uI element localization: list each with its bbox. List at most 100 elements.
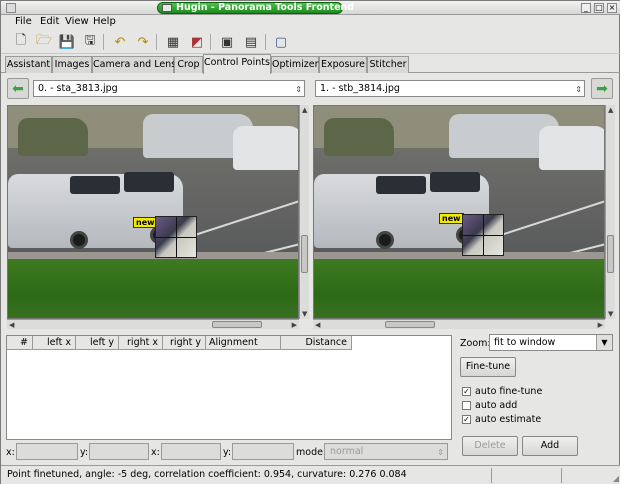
left-image-canvas[interactable]: new	[7, 105, 299, 319]
save-icon[interactable]: 💾	[57, 32, 77, 52]
auto-fine-tune-checkbox[interactable]: ✓	[462, 387, 471, 396]
control-point-marker[interactable]: new	[439, 213, 464, 224]
menu-view[interactable]: View	[65, 16, 89, 27]
assistant-icon[interactable]: ◩	[187, 32, 207, 52]
left-vertical-scrollbar[interactable]: ▲ ▼	[299, 105, 309, 319]
toolbar-separator	[265, 34, 266, 50]
column-header-right-x[interactable]: right x	[119, 336, 163, 350]
left-image-selector[interactable]: 0. - sta_3813.jpg ⇕	[33, 80, 305, 97]
auto-estimate-checkbox[interactable]: ✓	[462, 415, 471, 424]
hugin-app-icon	[162, 4, 172, 12]
scrollbar-thumb[interactable]	[385, 321, 435, 328]
window-menu-icon[interactable]	[6, 3, 16, 13]
tab-assistant[interactable]: Assistant	[5, 56, 52, 73]
column-header-left-y[interactable]: left y	[76, 336, 119, 350]
open-folder-icon[interactable]: 🗁	[34, 32, 54, 52]
scroll-up-icon[interactable]: ▲	[302, 106, 307, 114]
control-point-magnifier[interactable]	[462, 214, 504, 256]
right-horizontal-scrollbar[interactable]: ◀ ▶	[313, 319, 605, 329]
tab-control-points[interactable]: Control Points	[203, 54, 271, 74]
new-project-icon[interactable]: 🗋	[11, 32, 31, 52]
auto-estimate-label: auto estimate	[475, 414, 542, 425]
photo-vehicle	[233, 126, 298, 170]
tab-crop[interactable]: Crop	[174, 56, 203, 73]
column-header-number[interactable]: #	[7, 336, 33, 350]
undo-icon[interactable]: ↶	[110, 32, 130, 52]
column-header-right-y[interactable]: right y	[163, 336, 206, 350]
photo-wheel	[70, 231, 88, 249]
tab-exposure[interactable]: Exposure	[319, 56, 367, 73]
fast-preview-icon[interactable]: ▤	[241, 32, 261, 52]
zoom-selector-value: fit to window	[494, 337, 556, 348]
scroll-right-icon[interactable]: ▶	[292, 321, 297, 329]
tab-optimizer[interactable]: Optimizer	[271, 56, 319, 73]
tab-stitcher[interactable]: Stitcher	[367, 56, 409, 73]
auto-add-label: auto add	[475, 400, 518, 411]
control-point-table[interactable]: # left x left y right x right y Alignmen…	[6, 335, 452, 440]
resize-grip-icon[interactable]: ◢	[613, 474, 619, 483]
control-point-marker[interactable]: new	[133, 217, 158, 228]
right-x-field[interactable]	[161, 443, 221, 460]
scroll-left-icon[interactable]: ◀	[9, 321, 14, 329]
mode-selector[interactable]: normal ⇕	[324, 443, 448, 460]
auto-add-checkbox[interactable]	[462, 401, 471, 410]
left-y-field[interactable]	[89, 443, 149, 460]
photo-grass	[314, 258, 604, 318]
load-images-icon[interactable]: ▦	[163, 32, 183, 52]
photo-vehicle	[324, 118, 394, 156]
right-vertical-scrollbar[interactable]: ▲ ▼	[605, 105, 615, 319]
control-point-magnifier[interactable]	[155, 216, 197, 258]
scroll-down-icon[interactable]: ▼	[302, 310, 307, 318]
photo-vehicle-window	[430, 172, 480, 192]
tab-camera-and-lens[interactable]: Camera and Lens	[92, 56, 176, 73]
minimize-icon[interactable]: _	[581, 3, 591, 13]
photo-vehicle	[539, 126, 604, 170]
scroll-left-icon[interactable]: ◀	[315, 321, 320, 329]
menu-help[interactable]: Help	[93, 16, 116, 27]
maximize-icon[interactable]: □	[594, 3, 604, 13]
tab-strip: Assistant Images Camera and Lens Crop Co…	[1, 54, 620, 74]
next-image-button[interactable]: ➡	[591, 78, 613, 99]
toolbar-separator	[210, 34, 211, 50]
status-divider	[561, 468, 562, 483]
x2-label: x:	[151, 447, 160, 458]
left-horizontal-scrollbar[interactable]: ◀ ▶	[7, 319, 299, 329]
scrollbar-thumb[interactable]	[607, 235, 614, 273]
fine-tune-button[interactable]: Fine-tune	[460, 357, 516, 377]
window-title-text: Hugin - Panorama Tools Frontend	[176, 2, 355, 13]
tab-images[interactable]: Images	[52, 56, 92, 73]
redo-icon[interactable]: ↷	[133, 32, 153, 52]
arrow-right-icon: ➡	[596, 80, 608, 97]
x1-label: x:	[6, 447, 15, 458]
column-header-alignment[interactable]: Alignment	[206, 336, 281, 350]
scroll-up-icon[interactable]: ▲	[608, 106, 613, 114]
save-as-icon[interactable]: 🖫	[80, 32, 100, 52]
y2-label: y:	[223, 447, 232, 458]
stitch-icon[interactable]: ▢	[271, 32, 291, 52]
right-image-selector-value: 1. - stb_3814.jpg	[320, 83, 400, 94]
preview-icon[interactable]: ▣	[217, 32, 237, 52]
menu-file[interactable]: File	[15, 16, 32, 27]
scrollbar-thumb[interactable]	[212, 321, 262, 328]
add-button[interactable]: Add	[522, 436, 578, 456]
chevron-down-icon[interactable]: ▼	[596, 335, 612, 350]
menu-edit[interactable]: Edit	[40, 16, 59, 27]
delete-button[interactable]: Delete	[462, 436, 518, 456]
column-header-left-x[interactable]: left x	[33, 336, 76, 350]
column-header-distance[interactable]: Distance	[281, 336, 352, 350]
status-text: Point finetuned, angle: -5 deg, correlat…	[7, 469, 407, 480]
scrollbar-thumb[interactable]	[301, 235, 308, 273]
zoom-selector[interactable]: fit to window	[489, 334, 613, 351]
scroll-right-icon[interactable]: ▶	[598, 321, 603, 329]
left-x-field[interactable]	[16, 443, 78, 460]
title-bar[interactable]: Hugin - Panorama Tools Frontend _ □ ×	[1, 1, 620, 15]
close-icon[interactable]: ×	[607, 3, 617, 13]
right-image-selector[interactable]: 1. - stb_3814.jpg ⇕	[315, 80, 585, 97]
y1-label: y:	[80, 447, 89, 458]
zoom-label: Zoom:	[460, 338, 491, 349]
previous-image-button[interactable]: ⬅	[7, 78, 29, 99]
right-y-field[interactable]	[232, 443, 294, 460]
right-image-canvas[interactable]: new	[313, 105, 605, 319]
scroll-down-icon[interactable]: ▼	[608, 310, 613, 318]
menu-bar: File Edit View Help	[1, 15, 620, 30]
